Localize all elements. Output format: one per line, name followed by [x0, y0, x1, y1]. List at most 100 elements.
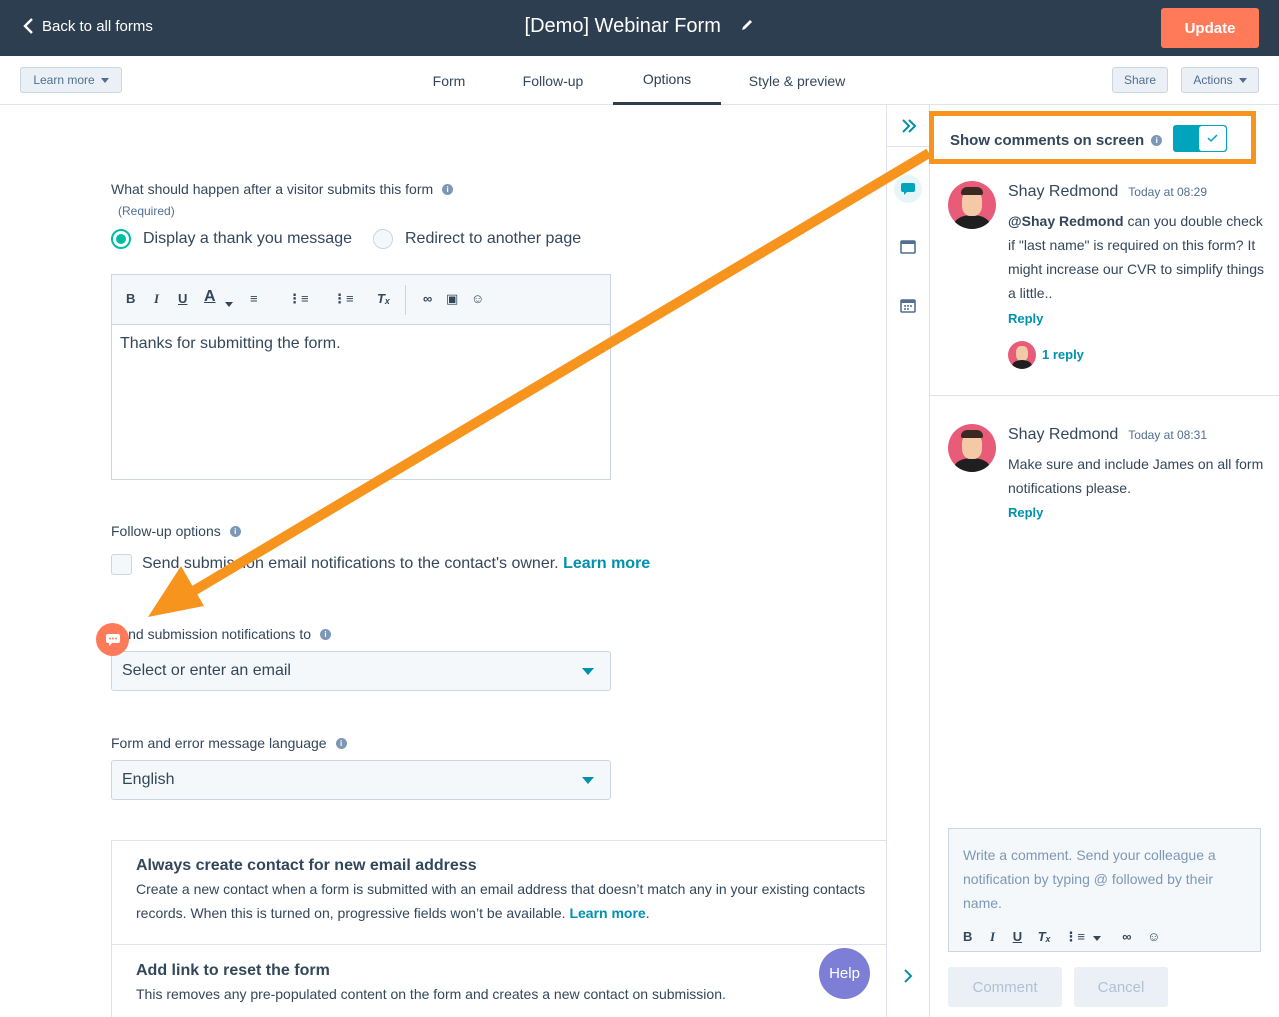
comment-thread: Shay Redmond Today at 08:31 Make sure and… [948, 424, 1268, 534]
dropdown-caret-icon [582, 777, 594, 784]
notify-email-placeholder: Select or enter an email [122, 662, 291, 679]
notify-label: Send submission notifications to i [111, 626, 331, 642]
avatar[interactable] [948, 424, 996, 472]
rich-text-editor[interactable]: B I U A ≡ ⋮≡ ⋮≡ Tₓ ∞ ▣ ☺ Thanks for subm… [111, 274, 611, 480]
learn-more-link[interactable]: Learn more [569, 905, 645, 921]
pencil-icon[interactable] [740, 15, 754, 38]
italic-icon[interactable]: I [990, 929, 995, 944]
composer-placeholder[interactable]: Write a comment. Send your colleague a n… [949, 829, 1260, 915]
editor-content[interactable]: Thanks for submitting the form. [112, 325, 610, 363]
actions-dropdown[interactable]: Actions [1181, 67, 1259, 93]
reset-link-text: This removes any pre-populated content o… [136, 986, 726, 1002]
radio-redirect-label: Redirect to another page [405, 230, 582, 247]
replies-count-link[interactable]: 1 reply [1042, 347, 1084, 362]
clear-format-icon[interactable]: Tₓ [377, 291, 390, 306]
notify-email-select[interactable]: Select or enter an email [111, 651, 611, 691]
info-icon[interactable]: i [442, 183, 454, 195]
comment-author: Shay Redmond Today at 08:29 [1008, 183, 1207, 201]
share-button[interactable]: Share [1112, 67, 1168, 93]
radio-selected[interactable] [111, 229, 131, 249]
create-contact-card: Always create contact for new email addr… [111, 840, 887, 944]
tab-style-preview[interactable]: Style & preview [740, 56, 854, 105]
comment-author-name: Shay Redmond [1008, 426, 1119, 443]
owner-notification-checkbox[interactable] [111, 554, 132, 575]
language-select[interactable]: English [111, 760, 611, 800]
radio-unselected[interactable] [373, 229, 393, 249]
comment-author: Shay Redmond Today at 08:31 [1008, 426, 1207, 444]
create-contact-text: Create a new contact when a form is subm… [136, 881, 866, 921]
reset-link-card: Add link to reset the form This removes … [111, 944, 887, 1017]
after-submit-label-text: What should happen after a visitor submi… [111, 181, 434, 197]
clear-format-icon[interactable]: Tₓ [1038, 929, 1051, 944]
bullet-list-icon[interactable]: ⋮≡ [1064, 929, 1085, 944]
comment-mention[interactable]: @Shay Redmond [1008, 213, 1124, 229]
caret-down-icon [1238, 77, 1247, 83]
link-icon[interactable]: ∞ [423, 291, 432, 306]
actions-label: Actions [1193, 73, 1233, 87]
tab-form[interactable]: Form [420, 56, 478, 105]
reply-link[interactable]: Reply [1008, 505, 1043, 520]
create-contact-description: Create a new contact when a form is subm… [136, 881, 866, 921]
link-icon[interactable]: ∞ [1122, 929, 1131, 944]
sub-navigation: Learn more Form Follow-up Options Style … [0, 56, 1279, 105]
cancel-button[interactable]: Cancel [1074, 967, 1168, 1007]
underline-icon[interactable]: U [1013, 929, 1022, 944]
learn-more-label: Learn more [33, 73, 95, 87]
emoji-icon[interactable]: ☺ [471, 291, 484, 306]
followup-label: Follow-up options i [111, 523, 241, 539]
update-button[interactable]: Update [1161, 8, 1259, 48]
info-icon[interactable]: i [320, 628, 331, 640]
reply-avatar [1008, 341, 1036, 369]
image-icon[interactable]: ▣ [446, 291, 458, 307]
help-button[interactable]: Help [819, 948, 870, 999]
calendar-icon[interactable] [894, 291, 922, 319]
info-icon[interactable]: i [229, 525, 241, 537]
info-icon[interactable]: i [335, 737, 347, 749]
comment-author-name: Shay Redmond [1008, 183, 1119, 200]
create-contact-title: Always create contact for new email addr… [136, 857, 477, 874]
comment-divider [930, 395, 1279, 396]
caret-down-icon[interactable] [1092, 936, 1101, 941]
tab-follow-up[interactable]: Follow-up [512, 56, 594, 105]
tab-options[interactable]: Options [613, 56, 721, 105]
collapse-panel-icon[interactable] [887, 105, 930, 147]
radio-thank-you[interactable]: Display a thank you message [111, 229, 352, 249]
comment-composer[interactable]: Write a comment. Send your colleague a n… [948, 828, 1261, 952]
comment-thread: Shay Redmond Today at 08:29 @Shay Redmond… [948, 181, 1268, 381]
toolbar-divider [405, 285, 406, 315]
align-icon[interactable]: ≡ [250, 291, 258, 306]
emoji-icon[interactable]: ☺ [1147, 929, 1160, 944]
form-title: [Demo] Webinar Form [0, 15, 1279, 38]
bullet-list-icon[interactable]: ⋮≡ [288, 291, 309, 307]
comment-marker-icon[interactable] [96, 623, 129, 656]
top-bar: Back to all forms [Demo] Webinar Form Up… [0, 0, 1279, 56]
owner-notification-text: Send submission email notifications to t… [142, 555, 650, 573]
dropdown-caret-icon [582, 668, 594, 675]
numbered-list-icon[interactable]: ⋮≡ [333, 291, 354, 307]
radio-redirect[interactable]: Redirect to another page [373, 229, 581, 249]
comments-icon[interactable] [894, 175, 922, 203]
text-color-icon[interactable]: A [204, 288, 216, 306]
editor-toolbar: B I U A ≡ ⋮≡ ⋮≡ Tₓ ∞ ▣ ☺ [112, 275, 610, 325]
annotation-highlight-box [929, 111, 1256, 164]
caret-down-icon [100, 77, 109, 83]
reset-link-title: Add link to reset the form [136, 962, 330, 979]
reply-link[interactable]: Reply [1008, 311, 1043, 326]
avatar[interactable] [948, 181, 996, 229]
composer-toolbar: B I U Tₓ ⋮≡ ∞ ☺ [963, 929, 1160, 945]
radio-thank-you-label: Display a thank you message [143, 230, 352, 247]
window-icon[interactable] [894, 233, 922, 261]
caret-down-icon[interactable] [225, 295, 233, 310]
bold-icon[interactable]: B [963, 929, 972, 944]
chevron-right-icon[interactable] [894, 962, 922, 990]
underline-icon[interactable]: U [178, 291, 187, 306]
notify-label-text: Send submission notifications to [111, 626, 311, 642]
learn-more-link[interactable]: Learn more [563, 555, 650, 572]
after-submit-label: What should happen after a visitor submi… [111, 181, 454, 197]
comment-button[interactable]: Comment [948, 967, 1062, 1007]
comments-panel: Show comments on screen i Shay Redmond To… [930, 105, 1279, 1017]
form-title-text: [Demo] Webinar Form [524, 15, 721, 37]
bold-icon[interactable]: B [126, 291, 135, 306]
learn-more-dropdown[interactable]: Learn more [20, 67, 122, 93]
italic-icon[interactable]: I [154, 291, 159, 307]
